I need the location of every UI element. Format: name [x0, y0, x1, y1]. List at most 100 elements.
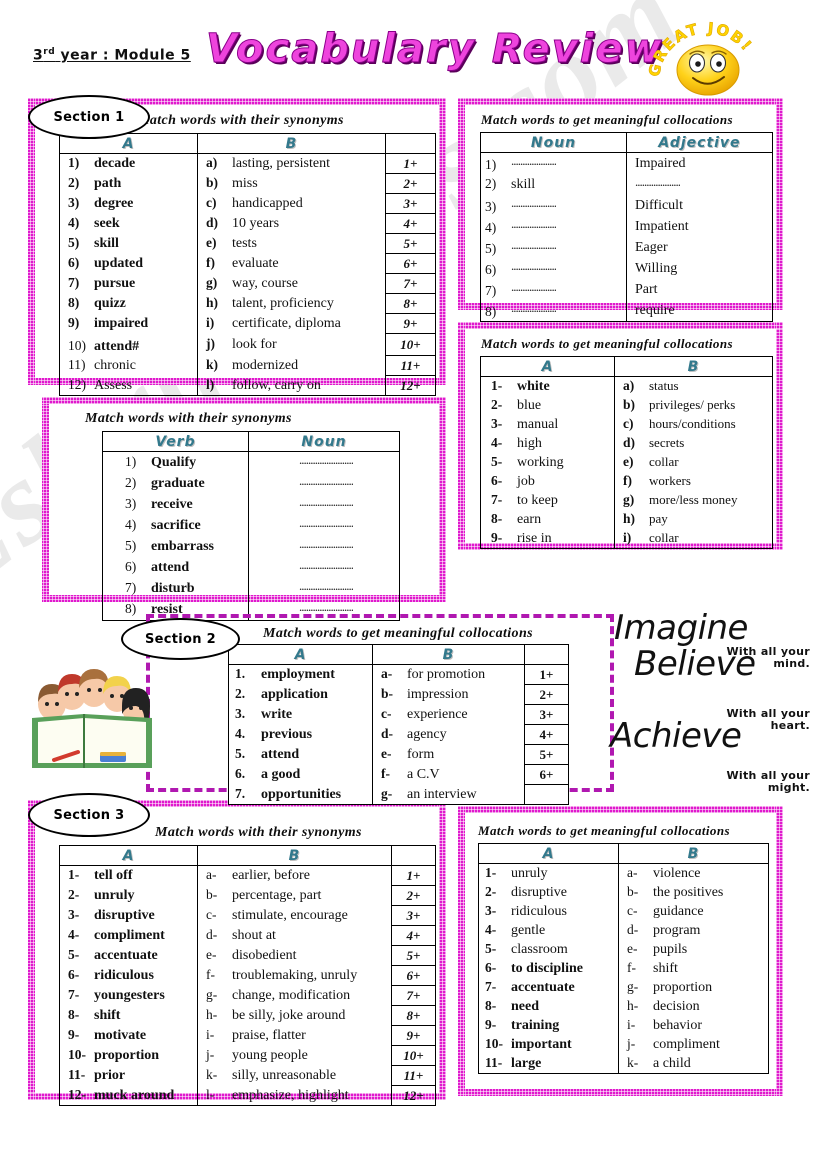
answer-slot[interactable]: 2+: [392, 888, 435, 904]
answer-slot[interactable]: 8+: [392, 1008, 435, 1024]
term-a: need: [511, 999, 539, 1014]
col-header-noun: Noun: [480, 132, 627, 153]
term-b: disobedient: [232, 948, 297, 963]
answer-slot[interactable]: 4+: [386, 216, 435, 232]
table-row: 1) Qualify........................: [102, 451, 400, 473]
col-header-a: A: [228, 644, 373, 665]
row-letter: j): [206, 336, 215, 351]
term-a: quizz: [94, 296, 126, 311]
term-a: disruptive: [94, 908, 155, 923]
row-letter: i): [206, 315, 215, 330]
answer-slot[interactable]: 7+: [392, 988, 435, 1004]
section-2-label: Section 2: [144, 631, 216, 647]
answer-slot[interactable]: 5+: [392, 948, 435, 964]
instruction-s1-synonyms: Match words with their synonyms: [137, 113, 344, 128]
term-a: blue: [517, 398, 542, 413]
quote-word-imagine: Imagine: [614, 608, 748, 648]
answer-slot[interactable]: 1+: [525, 667, 568, 683]
answer-slot[interactable]: 7+: [386, 276, 435, 292]
answer-slot[interactable]: 3+: [386, 196, 435, 212]
answer-blank[interactable]: ........................: [299, 557, 353, 573]
answer-blank[interactable]: ....................: [511, 216, 556, 232]
term-b: pay: [649, 511, 668, 526]
answer-slot[interactable]: 3+: [525, 707, 568, 723]
col-header-b: B: [372, 644, 525, 665]
answer-blank[interactable]: ....................: [511, 300, 556, 316]
term-b: earlier, before: [232, 868, 310, 884]
answer-blank[interactable]: ........................: [299, 578, 353, 594]
answer-slot[interactable]: 3+: [392, 908, 435, 924]
answer-slot[interactable]: 12+: [392, 1088, 435, 1104]
table-noun-adjective: Noun Adjective 1).................... Imp…: [480, 132, 773, 322]
answer-blank[interactable]: ........................: [299, 452, 353, 468]
answer-slot[interactable]: 8+: [386, 296, 435, 312]
answer-slot[interactable]: 1+: [392, 868, 435, 884]
row-number: 3): [485, 199, 497, 214]
answer-blank[interactable]: ....................: [511, 279, 556, 295]
term-b: talent, proficiency: [232, 296, 334, 311]
answer-slot[interactable]: 2+: [386, 176, 435, 192]
answer-blank[interactable]: ........................: [299, 473, 353, 489]
term-b: evaluate: [232, 256, 279, 271]
answer-slot[interactable]: 9+: [392, 1028, 435, 1044]
answer-blank[interactable]: ....................: [511, 195, 556, 211]
answer-blank[interactable]: ....................: [511, 258, 556, 274]
answer-blank[interactable]: ....................: [511, 153, 556, 169]
term-a: employment: [261, 667, 335, 683]
answer-blank[interactable]: ....................: [635, 174, 680, 190]
row-number: 2-: [491, 397, 503, 412]
term-a: to discipline: [511, 961, 583, 976]
row-letter: e-: [206, 947, 217, 962]
table-row: 8).................... require: [480, 300, 773, 322]
term-b: impression: [407, 687, 469, 702]
row-number: 11-: [485, 1055, 503, 1070]
verb-term: attend: [151, 560, 190, 575]
answer-blank[interactable]: ........................: [299, 536, 353, 552]
row-number: 8): [485, 304, 497, 319]
row-letter: j-: [627, 1036, 636, 1051]
term-a: rise in: [517, 531, 552, 546]
row-letter: d-: [627, 922, 639, 937]
answer-slot[interactable]: 10+: [386, 337, 435, 353]
row-letter: h-: [206, 1007, 218, 1022]
row-number: 4): [125, 517, 137, 532]
term-b: an interview: [407, 786, 477, 802]
term-b: be silly, joke around: [232, 1008, 346, 1023]
row-number: 7): [485, 283, 497, 298]
adjective-term: Willing: [635, 260, 678, 276]
answer-blank[interactable]: ........................: [299, 599, 353, 615]
answer-slot[interactable]: 4+: [392, 928, 435, 944]
answer-slot[interactable]: 1+: [386, 156, 435, 172]
table-header-row: A B: [59, 845, 436, 866]
row-letter: h-: [627, 998, 639, 1013]
answer-slot[interactable]: 11+: [386, 358, 435, 374]
row-letter: e): [206, 235, 217, 250]
answer-slot[interactable]: 6+: [525, 767, 568, 783]
term-b: behavior: [653, 1018, 702, 1033]
term-a: chronic: [94, 358, 136, 373]
answer-slot[interactable]: 11+: [392, 1068, 435, 1084]
table-header-row: Verb Noun: [102, 431, 400, 452]
panel-noun-adjective: Match words to get meaningful collocatio…: [458, 98, 783, 322]
row-number: 7): [68, 275, 80, 290]
answer-slot[interactable]: 5+: [386, 236, 435, 252]
answer-slot[interactable]: 6+: [392, 968, 435, 984]
answer-slot[interactable]: 10+: [392, 1048, 435, 1064]
answer-slot[interactable]: 5+: [525, 747, 568, 763]
answer-blank[interactable]: ....................: [511, 237, 556, 253]
answer-slot[interactable]: 4+: [525, 727, 568, 743]
verb-term: disturb: [151, 581, 195, 596]
answer-slot[interactable]: 2+: [525, 687, 568, 703]
answer-blank[interactable]: ........................: [299, 515, 353, 531]
row-number: 7.: [235, 785, 246, 801]
answer-slot[interactable]: 9+: [386, 316, 435, 332]
table-row: 6- to discipline f-shift: [478, 959, 769, 978]
answer-blank[interactable]: ........................: [299, 494, 353, 510]
term-b: more/less money: [649, 492, 738, 507]
row-number: 9-: [68, 1027, 80, 1042]
answer-slot[interactable]: 6+: [386, 256, 435, 272]
term-b: privileges/ perks: [649, 397, 736, 412]
term-a: previous: [261, 727, 313, 742]
answer-slot[interactable]: 12+: [386, 378, 435, 394]
table-row: 5) embarrass........................: [102, 536, 400, 557]
